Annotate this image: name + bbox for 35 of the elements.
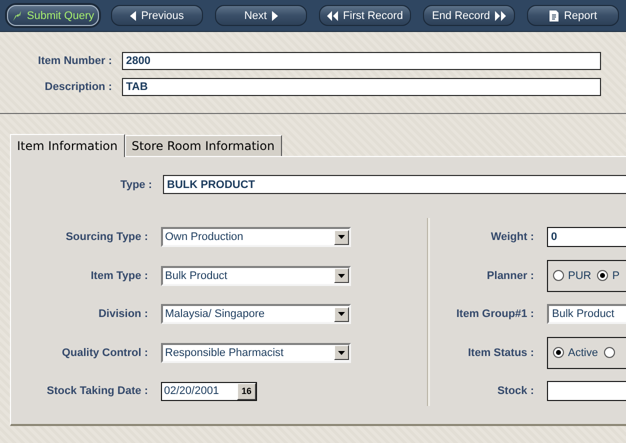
toolbar-button[interactable]: First Record: [319, 5, 411, 26]
dropdown[interactable]: Malaysia/ Singapore: [161, 304, 351, 324]
toolbar-button[interactable]: Submit Query: [7, 5, 99, 26]
field-label: Item Status :: [466, 346, 534, 359]
field-label: Weight :: [490, 231, 534, 244]
date-field[interactable]: 02/20/2001 16: [161, 382, 257, 401]
input-field[interactable]: BULK PRODUCT: [163, 175, 626, 194]
dropdown[interactable]: Responsible Pharmacist: [161, 342, 351, 363]
radio-label: PUR: [568, 270, 592, 282]
field-label: Stock Taking Date :: [46, 385, 148, 398]
input-field[interactable]: 2800: [122, 52, 601, 70]
field-label: Type :: [119, 178, 152, 190]
tab[interactable]: Store Room Information: [124, 135, 282, 156]
dropdown[interactable]: Own Production: [161, 227, 351, 248]
input-field[interactable]: 0: [547, 227, 626, 248]
radio-label: P: [612, 270, 620, 282]
field-label: Division :: [97, 308, 148, 320]
field-label: Item Group#1 :: [455, 308, 534, 320]
toolbar-button[interactable]: Previous: [111, 5, 203, 26]
radio-label: Active: [568, 346, 598, 359]
toolbar-button[interactable]: Next: [215, 5, 307, 26]
calendar-button[interactable]: 16: [237, 382, 256, 400]
field-label: Item Type :: [90, 270, 148, 282]
input-field[interactable]: TAB: [122, 78, 601, 96]
field-label: Item Number :: [37, 55, 112, 67]
field-label: Sourcing Type :: [64, 231, 148, 244]
field-label: Description :: [44, 81, 112, 93]
field-label: Stock :: [496, 385, 534, 398]
toolbar-button[interactable]: Report: [527, 5, 619, 26]
dropdown[interactable]: Bulk Product: [161, 266, 351, 286]
field-label: Quality Control :: [60, 346, 148, 359]
field-label: Planner :: [486, 270, 534, 282]
tab[interactable]: Item Information: [10, 134, 125, 157]
toolbar-button[interactable]: End Record: [423, 5, 515, 26]
input-field[interactable]: Bulk Product: [547, 304, 626, 324]
